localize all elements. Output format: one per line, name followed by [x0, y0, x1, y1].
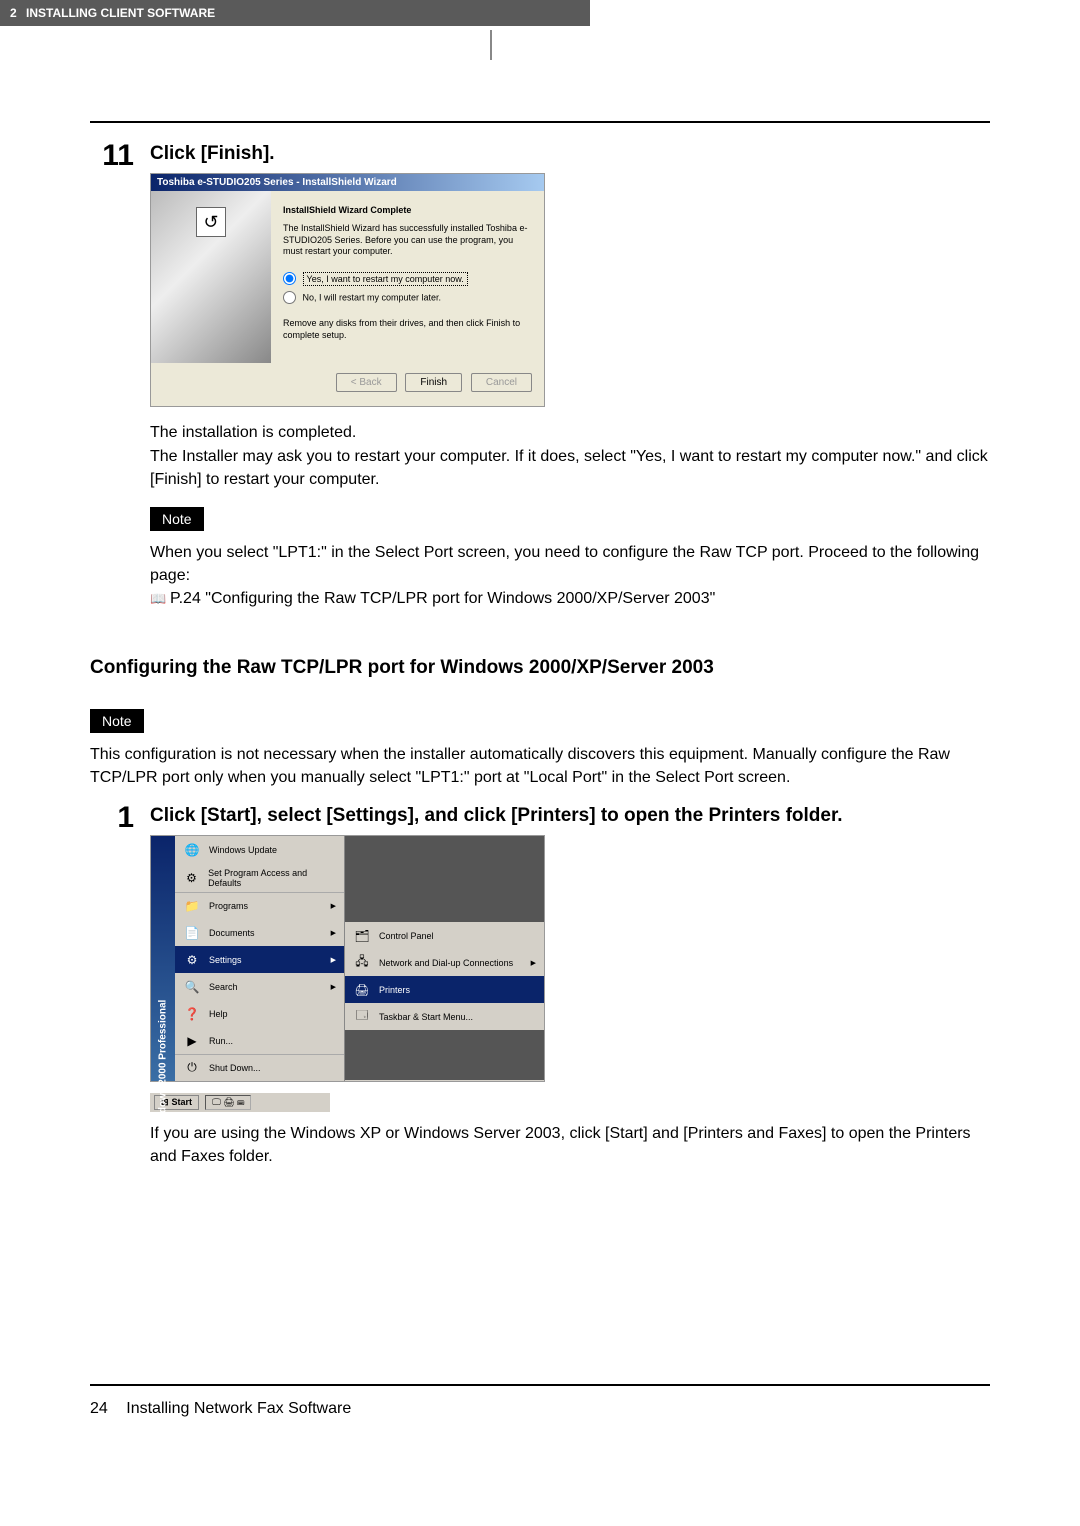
finish-button[interactable]: Finish: [405, 373, 462, 392]
page-footer: 24 Installing Network Fax Software: [90, 1384, 990, 1418]
note-text: When you select "LPT1:" in the Select Po…: [150, 541, 990, 611]
windows-update-icon: 🌐: [183, 841, 201, 859]
menu-label: Windows Update: [209, 845, 277, 855]
menu-label: Settings: [209, 955, 242, 965]
step-number: 11: [90, 141, 150, 171]
book-icon: 📖: [150, 590, 166, 609]
network-icon: 🖧: [353, 954, 371, 972]
note-badge-2: Note: [90, 709, 144, 733]
menu-documents[interactable]: 📄 Documents ▶: [175, 919, 344, 946]
back-button[interactable]: < Back: [336, 373, 397, 392]
submenu-taskbar[interactable]: 🗔 Taskbar & Start Menu...: [345, 1003, 544, 1030]
section-note-text: This configuration is not necessary when…: [90, 743, 990, 789]
submenu-arrow-icon: ▶: [331, 929, 336, 937]
radio-no-input[interactable]: [283, 291, 296, 304]
dialog-text: The InstallShield Wizard has successfull…: [283, 223, 532, 258]
menu-settings[interactable]: ⚙ Settings ▶: [175, 946, 344, 973]
taskbar: ⊞ Start 🖵 🖨 ⌨: [150, 1092, 330, 1112]
page-header: 2 INSTALLING CLIENT SOFTWARE: [0, 0, 590, 26]
program-access-icon: ⚙: [183, 869, 200, 887]
radio-restart-later[interactable]: No, I will restart my computer later.: [283, 291, 532, 304]
start-menu-sidebar: Windows 2000 Professional: [151, 836, 175, 1081]
start-label: Start: [172, 1097, 193, 1107]
control-panel-icon: 🗂: [353, 927, 371, 945]
step-aftertext: The installation is completed. The Insta…: [150, 421, 990, 491]
menu-label: Search: [209, 982, 238, 992]
menu-search[interactable]: 🔍 Search ▶: [175, 973, 344, 1000]
cancel-button[interactable]: Cancel: [471, 373, 532, 392]
top-rule: [90, 121, 990, 123]
step-title: Click [Finish].: [150, 143, 990, 165]
wizard-icon: ↺: [196, 207, 226, 237]
radio-yes-input[interactable]: [283, 272, 296, 285]
radio-no-label: No, I will restart my computer later.: [303, 293, 442, 303]
section-heading: Configuring the Raw TCP/LPR port for Win…: [90, 657, 990, 679]
menu-program-access[interactable]: ⚙ Set Program Access and Defaults: [175, 863, 344, 892]
shutdown-icon: ⏻: [183, 1059, 201, 1077]
submenu-control-panel[interactable]: 🗂 Control Panel: [345, 922, 544, 949]
menu-shutdown[interactable]: ⏻ Shut Down...: [175, 1054, 344, 1081]
run-icon: ▶: [183, 1032, 201, 1050]
dialog-button-row: < Back Finish Cancel: [151, 363, 544, 406]
menu-help[interactable]: ❓ Help: [175, 1000, 344, 1027]
dialog-sidebar-image: ↺: [151, 191, 271, 363]
note-link: P.24 "Configuring the Raw TCP/LPR port f…: [170, 590, 715, 607]
menu-label: Run...: [209, 1036, 233, 1046]
step-11: 11 Click [Finish]. Toshiba e-STUDIO205 S…: [90, 143, 990, 627]
step-title: Click [Start], select [Settings], and cl…: [150, 805, 990, 827]
dialog-heading: InstallShield Wizard Complete: [283, 205, 532, 215]
step-number: 1: [90, 803, 150, 833]
menu-label: Taskbar & Start Menu...: [379, 1012, 473, 1022]
help-icon: ❓: [183, 1005, 201, 1023]
menu-label: Printers: [379, 985, 410, 995]
documents-icon: 📄: [183, 924, 201, 942]
system-tray: 🖵 🖨 ⌨: [205, 1095, 251, 1110]
search-icon: 🔍: [183, 978, 201, 996]
radio-restart-now[interactable]: Yes, I want to restart my computer now.: [283, 272, 532, 285]
page-number: 24: [90, 1400, 108, 1417]
step-1: 1 Click [Start], select [Settings], and …: [90, 805, 990, 1184]
menu-programs[interactable]: 📁 Programs ▶: [175, 892, 344, 919]
radio-yes-label: Yes, I want to restart my computer now.: [303, 272, 468, 286]
menu-label: Documents: [209, 928, 255, 938]
header-divider: [490, 30, 492, 60]
menu-label: Help: [209, 1009, 228, 1019]
submenu-network[interactable]: 🖧 Network and Dial-up Connections ▶: [345, 949, 544, 976]
menu-label: Network and Dial-up Connections: [379, 958, 513, 968]
dialog-text-2: Remove any disks from their drives, and …: [283, 318, 532, 341]
chapter-number: 2: [10, 6, 17, 20]
menu-label: Set Program Access and Defaults: [208, 868, 336, 888]
submenu-printers[interactable]: 🖨 Printers: [345, 976, 544, 1003]
start-menu-screenshot: Windows 2000 Professional 🌐 Windows Upda…: [150, 835, 545, 1082]
step1-aftertext: If you are using the Windows XP or Windo…: [150, 1122, 990, 1168]
settings-icon: ⚙: [183, 951, 201, 969]
dialog-titlebar: Toshiba e-STUDIO205 Series - InstallShie…: [151, 174, 544, 191]
note-badge: Note: [150, 507, 204, 531]
menu-run[interactable]: ▶ Run...: [175, 1027, 344, 1054]
programs-icon: 📁: [183, 897, 201, 915]
start-menu-submenu: 🗂 Control Panel 🖧 Network and Dial-up Co…: [345, 836, 544, 1081]
submenu-arrow-icon: ▶: [331, 902, 336, 910]
footer-section: Installing Network Fax Software: [126, 1400, 351, 1417]
submenu-arrow-icon: ▶: [531, 959, 536, 967]
printers-icon: 🖨: [353, 981, 371, 999]
start-menu-main-column: 🌐 Windows Update ⚙ Set Program Access an…: [175, 836, 345, 1081]
submenu-arrow-icon: ▶: [331, 956, 336, 964]
installshield-dialog: Toshiba e-STUDIO205 Series - InstallShie…: [150, 173, 545, 407]
menu-label: Control Panel: [379, 931, 434, 941]
menu-label: Programs: [209, 901, 248, 911]
chapter-title: INSTALLING CLIENT SOFTWARE: [26, 6, 215, 20]
menu-windows-update[interactable]: 🌐 Windows Update: [175, 836, 344, 863]
menu-label: Shut Down...: [209, 1063, 261, 1073]
taskbar-icon: 🗔: [353, 1008, 371, 1026]
submenu-arrow-icon: ▶: [331, 983, 336, 991]
